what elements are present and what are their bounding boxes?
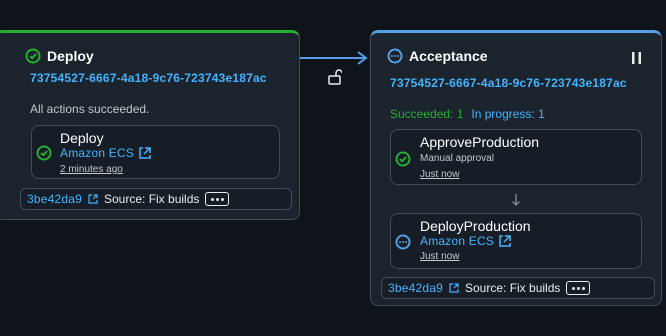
stage-summary: All actions succeeded. [30,102,150,116]
external-link-icon [449,283,459,293]
action-subtitle: Manual approval [420,153,494,164]
more-options-button[interactable] [205,192,230,206]
action-card-deploy[interactable]: Deploy Amazon ECS 2 minutes ago [31,125,280,179]
stage-acceptance: Acceptance 73754527-6667-4a18-9c76-72374… [370,30,662,306]
action-time-link[interactable]: Just now [420,251,459,262]
action-card-approve-production[interactable]: ApproveProduction Manual approval Just n… [390,129,642,185]
source-text: Source: Fix builds [104,192,200,206]
check-circle-icon [25,48,41,64]
arrow-down-icon [512,194,520,206]
action-title: DeployProduction [420,218,531,234]
stage-title: Acceptance [409,48,488,64]
transition-arrow-icon [300,51,368,65]
provider-link[interactable]: Amazon ECS [60,146,134,160]
in-progress-count: In progress: 1 [471,107,545,121]
provider-link[interactable]: Amazon ECS [420,234,494,248]
commit-link[interactable]: 3be42da9 [27,192,82,206]
in-progress-icon [387,48,403,64]
more-options-button[interactable] [566,281,591,295]
succeeded-count: Succeeded: 1 [390,107,464,121]
source-text: Source: Fix builds [465,281,561,295]
action-provider[interactable]: Amazon ECS [420,234,512,248]
action-time-link[interactable]: 2 minutes ago [60,164,123,175]
action-title: ApproveProduction [420,134,540,150]
external-link-icon [139,147,151,159]
pause-icon[interactable] [631,51,643,65]
check-circle-icon [395,151,411,167]
execution-id-link[interactable]: 73754527-6667-4a18-9c76-723743e187ac [30,71,267,85]
action-time-link[interactable]: Just now [420,169,459,180]
external-link-icon [499,235,511,247]
stage-footer: 3be42da9 Source: Fix builds [381,277,655,299]
stage-title: Deploy [47,48,94,64]
stage-footer: 3be42da9 Source: Fix builds [20,188,292,210]
external-link-icon [88,194,98,204]
action-title: Deploy [60,130,104,146]
stage-header: Acceptance [387,48,488,64]
stage-deploy: Deploy 73754527-6667-4a18-9c76-723743e18… [0,30,300,220]
commit-link[interactable]: 3be42da9 [388,281,443,295]
action-card-deploy-production[interactable]: DeployProduction Amazon ECS Just now [390,213,642,269]
action-provider[interactable]: Amazon ECS [60,146,152,160]
execution-id-link[interactable]: 73754527-6667-4a18-9c76-723743e187ac [390,76,627,90]
check-circle-icon [36,145,52,161]
stage-header: Deploy [25,48,94,64]
unlock-icon[interactable] [328,69,342,85]
in-progress-icon [395,234,411,250]
status-counts: Succeeded: 1 In progress: 1 [390,107,545,121]
